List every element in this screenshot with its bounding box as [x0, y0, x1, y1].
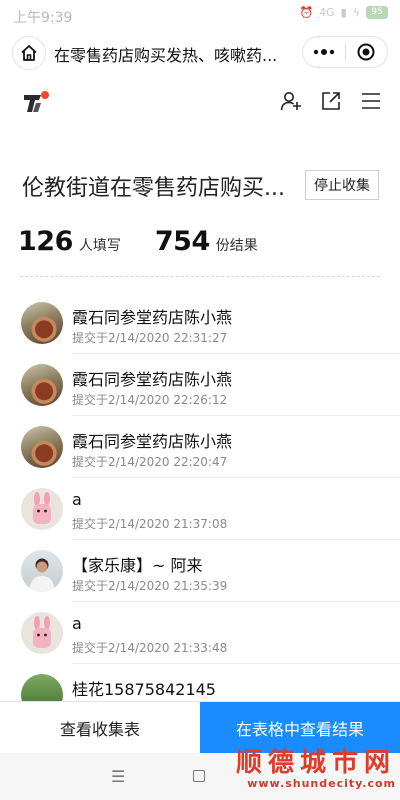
- list-item[interactable]: a 提交于2/14/2020 21:37:08: [0, 478, 400, 540]
- submit-time: 提交于2/14/2020 21:33:48: [72, 641, 228, 655]
- bottom-action-bar: 查看收集表 在表格中查看结果: [0, 701, 400, 753]
- submit-time: 提交于2/14/2020 21:35:39: [72, 579, 228, 593]
- title-bar: 在零售药店购买发热、咳嗽药...: [0, 30, 400, 74]
- form-title: 伦教街道在零售药店购买...: [22, 176, 285, 201]
- list-item[interactable]: 霞石同参堂药店陈小燕 提交于2/14/2020 22:20:47: [0, 416, 400, 478]
- submitter-name: a: [72, 490, 82, 509]
- add-collaborator-icon: [280, 92, 301, 111]
- battery-icon: 95: [366, 6, 388, 19]
- home-icon: [21, 45, 37, 61]
- submit-time: 提交于2/14/2020 21:37:08: [72, 517, 228, 531]
- more-button[interactable]: [303, 37, 345, 67]
- menu-button[interactable]: [360, 90, 382, 112]
- capsule-menu: [302, 36, 388, 68]
- status-bar: 上午9:39 ⏰ 4G ▮ ϟ 95: [0, 0, 400, 30]
- share-external-button[interactable]: [320, 90, 342, 112]
- submitter-name: a: [72, 614, 82, 633]
- divider: [20, 276, 380, 277]
- stop-collection-button[interactable]: 停止收集: [305, 170, 379, 200]
- bunny-avatar-icon: [33, 492, 51, 524]
- avatar: [21, 426, 63, 468]
- submission-list: 霞石同参堂药店陈小燕 提交于2/14/2020 22:31:27 霞石同参堂药店…: [0, 292, 400, 726]
- submitter-name: 霞石同参堂药店陈小燕: [72, 308, 233, 327]
- list-item[interactable]: 【家乐康】~ 阿来 提交于2/14/2020 21:35:39: [0, 540, 400, 602]
- list-item[interactable]: 霞石同参堂药店陈小燕 提交于2/14/2020 22:31:27: [0, 292, 400, 354]
- avatar: [21, 612, 63, 654]
- more-icon: [313, 49, 335, 55]
- submit-time: 提交于2/14/2020 22:20:47: [72, 455, 228, 469]
- bunny-avatar-icon: [33, 616, 51, 648]
- watermark-text: 顺德城市网: [235, 748, 396, 778]
- submit-time: 提交于2/14/2020 22:26:12: [72, 393, 228, 407]
- submitter-name: 霞石同参堂药店陈小燕: [72, 370, 233, 389]
- fill-label: 人填写: [78, 238, 121, 254]
- submitter-name: 霞石同参堂药店陈小燕: [72, 432, 233, 451]
- app-header: [0, 80, 400, 126]
- stats-summary: 126 人填写 754 份结果: [18, 226, 258, 260]
- list-item[interactable]: a 提交于2/14/2020 21:33:48: [0, 602, 400, 664]
- view-form-button[interactable]: 查看收集表: [0, 702, 200, 753]
- network-label: 4G: [319, 6, 335, 19]
- view-results-in-sheet-button[interactable]: 在表格中查看结果: [200, 702, 400, 753]
- close-miniprogram-button[interactable]: [346, 37, 387, 67]
- status-time: 上午9:39: [13, 10, 73, 26]
- home-button[interactable]: [12, 36, 46, 70]
- result-count: 754: [154, 226, 210, 257]
- page-title: 在零售药店购买发热、咳嗽药...: [54, 46, 278, 65]
- header-actions: [280, 90, 382, 112]
- alarm-icon: ⏰: [299, 6, 314, 19]
- recent-apps-icon[interactable]: ☰: [111, 767, 125, 786]
- home-square-icon[interactable]: [193, 770, 205, 782]
- charging-icon: ϟ: [352, 6, 360, 19]
- list-item[interactable]: 霞石同参堂药店陈小燕 提交于2/14/2020 22:26:12: [0, 354, 400, 416]
- submitter-name: 桂花15875842145: [72, 680, 216, 699]
- person-avatar-icon: [29, 558, 55, 592]
- avatar: [21, 302, 63, 344]
- signal-icon: ▮: [340, 6, 347, 19]
- add-collaborator-button[interactable]: [280, 90, 302, 112]
- app-logo: [24, 91, 49, 112]
- submitter-name: 【家乐康】~ 阿来: [72, 556, 203, 575]
- target-icon: [357, 43, 375, 61]
- watermark: 顺德城市网 www.shundecity.com: [214, 748, 396, 790]
- avatar: [21, 488, 63, 530]
- result-label: 份结果: [215, 238, 258, 254]
- status-icons: ⏰ 4G ▮ ϟ 95: [299, 6, 388, 19]
- avatar: [21, 550, 63, 592]
- submit-time: 提交于2/14/2020 22:31:27: [72, 331, 228, 345]
- share-external-icon: [322, 92, 340, 110]
- menu-icon: [362, 93, 380, 109]
- avatar: [21, 364, 63, 406]
- watermark-url: www.shundecity.com: [247, 777, 396, 790]
- fill-count: 126: [18, 226, 73, 257]
